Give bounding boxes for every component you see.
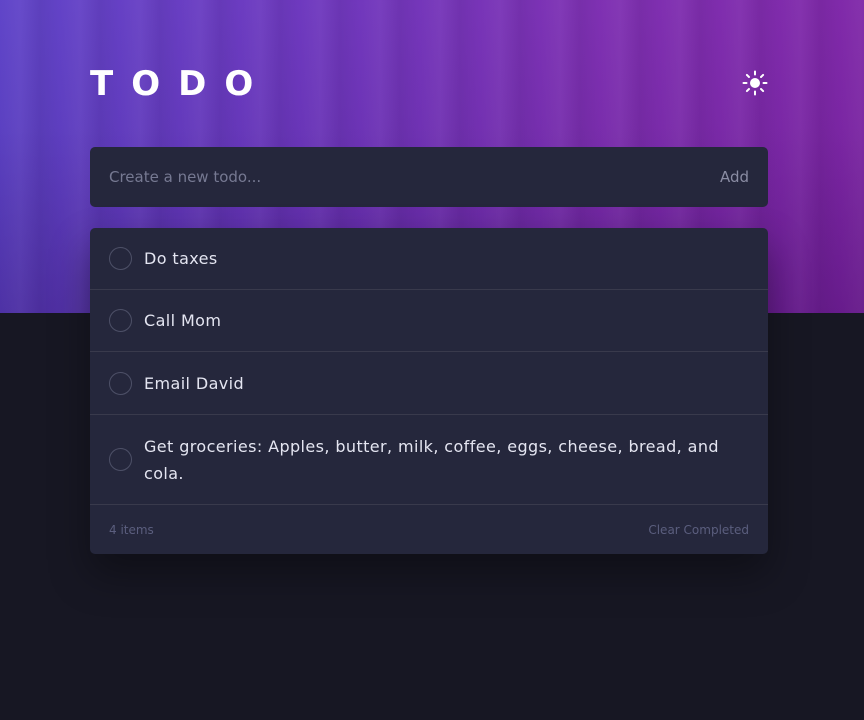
todo-checkbox[interactable] <box>109 247 132 270</box>
todo-list: Do taxes Call Mom Email David Get grocer… <box>90 228 768 554</box>
todo-text: Call Mom <box>144 311 222 330</box>
todo-item[interactable]: Do taxes <box>90 228 768 290</box>
todo-item[interactable]: Email David <box>90 352 768 415</box>
theme-toggle-button[interactable] <box>740 68 770 98</box>
new-todo-input[interactable] <box>109 147 720 207</box>
list-footer: 4 items Clear Completed <box>90 505 768 554</box>
todo-checkbox[interactable] <box>109 371 132 395</box>
todo-item[interactable]: Get groceries: Apples, butter, milk, cof… <box>90 415 768 505</box>
todo-text: Do taxes <box>144 249 218 268</box>
sun-icon <box>742 70 768 96</box>
todo-checkbox[interactable] <box>109 309 132 332</box>
new-todo-bar: Add <box>90 147 768 207</box>
clear-completed-button[interactable]: Clear Completed <box>648 523 749 537</box>
todo-text: Email David <box>144 373 245 393</box>
app-title: TODO <box>90 64 272 104</box>
todo-text: Get groceries: Apples, butter, milk, cof… <box>144 436 719 483</box>
add-button[interactable]: Add <box>720 168 749 186</box>
items-left-count: 4 items <box>109 522 154 537</box>
todo-item[interactable]: Call Mom <box>90 290 768 352</box>
todo-checkbox[interactable] <box>109 448 132 471</box>
